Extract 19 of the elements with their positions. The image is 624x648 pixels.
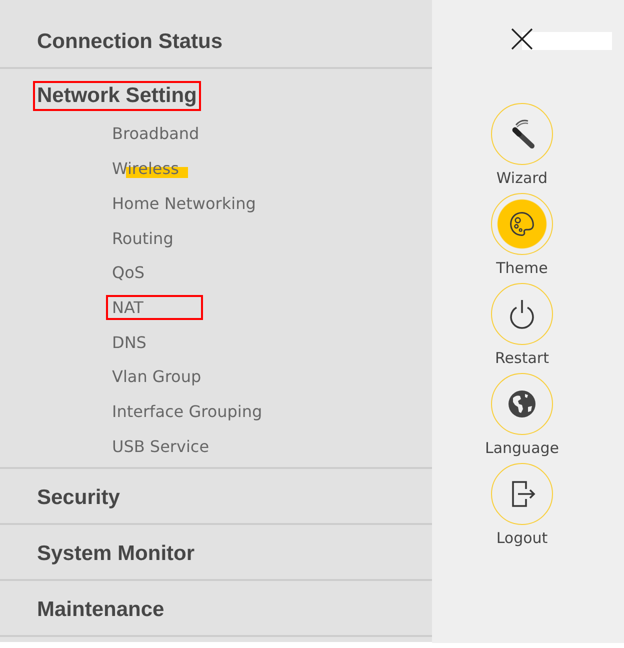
submenu-item[interactable]: NAT (106, 294, 203, 320)
close-button[interactable] (511, 28, 533, 50)
submenu-item[interactable]: Home Networking (106, 190, 262, 216)
submenu-item[interactable]: USB Service (106, 434, 216, 459)
menu-heading[interactable]: Security (33, 482, 124, 513)
menu-heading[interactable]: Connection Status (33, 27, 227, 57)
submenu-item[interactable]: Vlan Group (106, 364, 208, 390)
palette-icon (508, 210, 536, 238)
power-icon (508, 299, 536, 329)
menu-heading[interactable]: Maintenance (33, 594, 168, 625)
menu-heading[interactable]: Network Setting (33, 81, 201, 111)
submenu-item[interactable]: QoS (106, 260, 151, 286)
submenu-item[interactable]: Broadband (106, 121, 206, 146)
submenu-item[interactable]: Interface Grouping (106, 398, 268, 424)
submenu-item[interactable]: Routing (106, 226, 180, 250)
submenu-item[interactable]: DNS (106, 330, 152, 355)
globe-icon (508, 390, 536, 418)
menu-heading[interactable]: System Monitor (33, 538, 199, 569)
close-icon (511, 28, 533, 50)
